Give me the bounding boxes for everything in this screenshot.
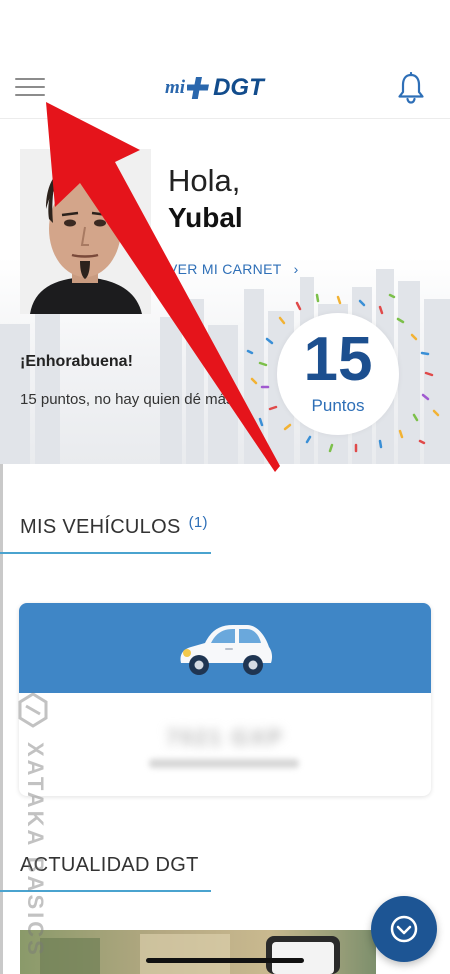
points-label: Puntos	[311, 396, 365, 415]
congrats-heading: ¡Enhorabuena!	[20, 353, 133, 370]
points-badge: 15 Puntos	[277, 313, 399, 435]
logo-name: DGT	[213, 74, 264, 101]
app-header: mi DGT	[0, 0, 450, 119]
user-name: Yubal	[168, 202, 243, 233]
logo-prefix: mi	[165, 77, 186, 98]
vehicle-details-blurred	[149, 759, 299, 768]
scroll-down-button[interactable]	[371, 896, 437, 962]
menu-icon[interactable]	[15, 78, 45, 98]
profile-section: Hola, Yubal VER MI CARNET › ¡Enhorabuena…	[0, 119, 450, 464]
view-license-label: VER MI CARNET	[168, 261, 282, 277]
vehicle-card-header	[19, 603, 431, 693]
vehicles-title-underline	[0, 552, 211, 554]
vehicle-card[interactable]: 7021 GXP	[19, 603, 431, 796]
logo-cross-icon	[187, 77, 210, 99]
greeting-text: Hola,	[168, 163, 241, 198]
notification-bell-icon[interactable]	[396, 72, 426, 104]
vehicles-section-title: MIS VEHÍCULOS (1)	[20, 514, 208, 539]
user-avatar	[20, 149, 151, 314]
app-logo: mi DGT	[165, 70, 264, 106]
view-license-link[interactable]: VER MI CARNET ›	[168, 261, 299, 277]
vehicle-plate: 7021 GXP	[166, 725, 284, 750]
chevron-down-circle-icon	[390, 915, 418, 943]
chevron-right-icon: ›	[293, 261, 299, 277]
points-value: 15	[303, 325, 373, 394]
news-thumbnail[interactable]	[20, 930, 376, 974]
watermark-text: XATAKA BASICS	[23, 742, 48, 958]
home-indicator[interactable]	[146, 958, 304, 963]
points-message: 15 puntos, no hay quien dé más.	[20, 391, 238, 408]
vehicles-title: MIS VEHÍCULOS	[20, 516, 181, 538]
vehicles-count: (1)	[188, 514, 208, 531]
car-icon	[180, 625, 273, 675]
